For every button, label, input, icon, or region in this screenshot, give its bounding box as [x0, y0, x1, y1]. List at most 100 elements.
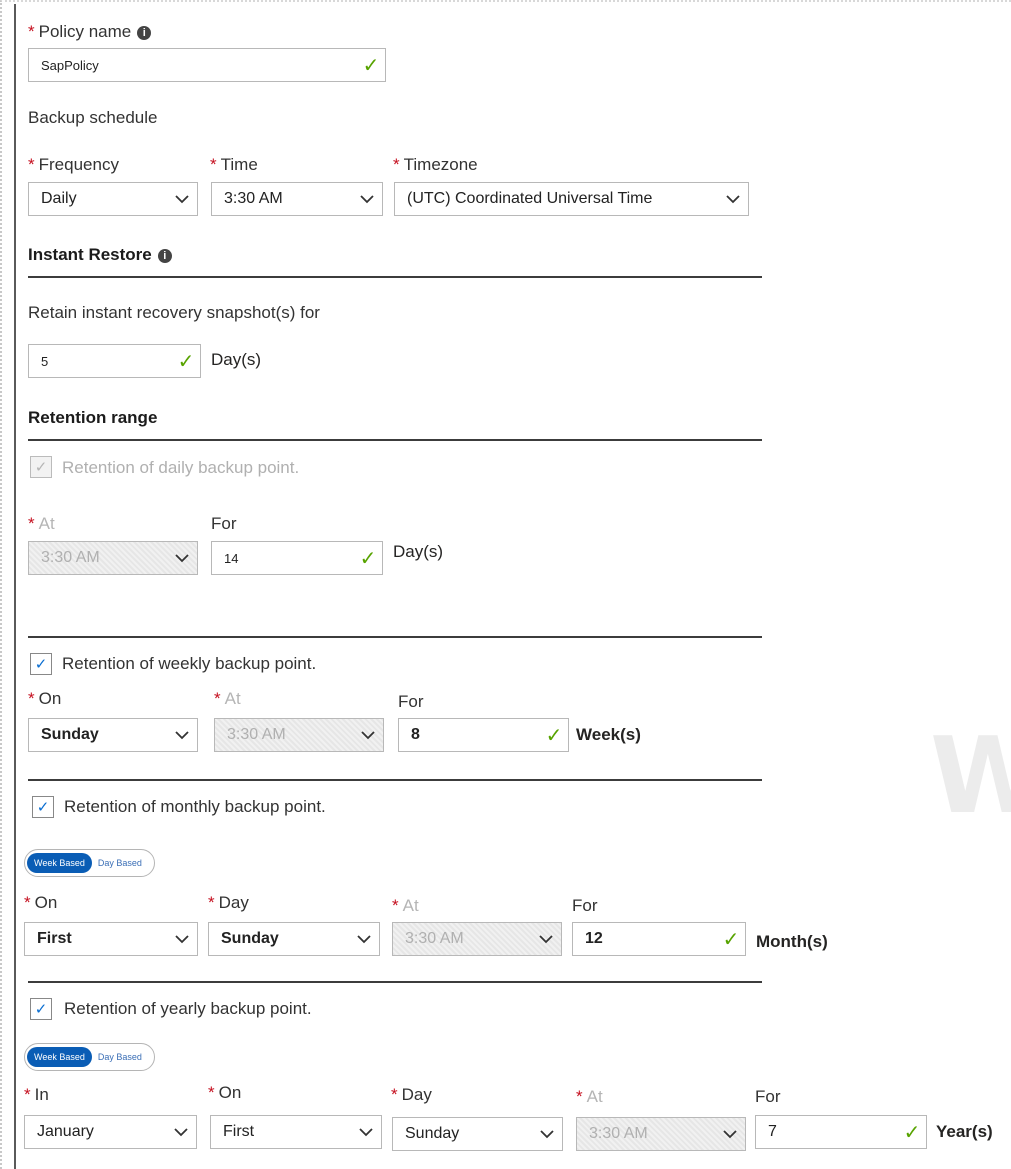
section-divider [28, 276, 762, 278]
monthly-at-label-text: At [402, 896, 419, 915]
monthly-on-label: * On [24, 893, 57, 913]
checkmark-valid-icon: ✓ [362, 54, 380, 77]
monthly-on-label-text: On [34, 893, 58, 912]
checkmark-valid-icon: ✓ [722, 928, 740, 951]
policy-name-input[interactable]: SapPolicy ✓ [28, 48, 386, 82]
chevron-down-icon [532, 1129, 562, 1139]
yearly-on-select[interactable]: First [210, 1115, 382, 1149]
frequency-select[interactable]: Daily [28, 182, 198, 216]
form-frame [0, 0, 1011, 1169]
chevron-down-icon [167, 934, 197, 944]
yearly-at-value: 3:30 AM [589, 1125, 648, 1142]
yearly-at-select[interactable]: 3:30 AM [576, 1117, 746, 1151]
required-asterisk: * [28, 22, 35, 41]
monthly-at-select[interactable]: 3:30 AM [392, 922, 562, 956]
daily-at-select[interactable]: 3:30 AM [28, 541, 198, 575]
backup-schedule-heading: Backup schedule [28, 108, 158, 127]
required-asterisk: * [24, 893, 31, 912]
policy-name-label: * Policy name i [28, 22, 152, 42]
time-value: 3:30 AM [224, 190, 283, 207]
checkmark-valid-icon: ✓ [903, 1121, 921, 1144]
info-icon[interactable]: i [137, 25, 152, 40]
monthly-for-value: 12 [585, 930, 603, 947]
week-based-option[interactable]: Week Based [27, 1047, 92, 1067]
daily-at-label: * At [28, 514, 55, 534]
required-asterisk: * [28, 155, 35, 174]
section-divider [28, 981, 762, 983]
yearly-retention-checkbox[interactable]: ✓ [30, 998, 52, 1020]
snapshot-days-input[interactable]: 5 ✓ [28, 344, 201, 378]
yearly-for-value: 7 [768, 1123, 777, 1140]
left-border [14, 4, 16, 1169]
weekly-for-value: 8 [411, 726, 420, 743]
monthly-unit: Month(s) [756, 932, 828, 951]
weekly-for-input[interactable]: 8 ✓ [398, 718, 569, 752]
yearly-on-label-text: On [218, 1083, 242, 1102]
yearly-in-select[interactable]: January [24, 1115, 197, 1149]
required-asterisk: * [28, 689, 35, 708]
daily-for-label: For [211, 514, 237, 533]
retention-range-heading: Retention range [28, 408, 158, 427]
retain-snapshot-label: Retain instant recovery snapshot(s) for [28, 303, 320, 322]
monthly-day-label: * Day [208, 893, 249, 913]
chevron-down-icon [353, 730, 383, 740]
snapshot-days-value: 5 [41, 353, 49, 369]
policy-name-value: SapPolicy [41, 57, 99, 73]
required-asterisk: * [28, 514, 35, 533]
yearly-for-input[interactable]: 7 ✓ [755, 1115, 927, 1149]
daily-unit: Day(s) [393, 542, 444, 561]
week-based-option[interactable]: Week Based [27, 853, 92, 873]
yearly-day-label-text: Day [401, 1085, 432, 1104]
checkmark-valid-icon: ✓ [177, 350, 195, 373]
weekly-at-select[interactable]: 3:30 AM [214, 718, 384, 752]
chevron-down-icon [352, 194, 382, 204]
weekly-on-label: * On [28, 689, 61, 709]
day-based-option[interactable]: Day Based [92, 1052, 152, 1062]
time-select[interactable]: 3:30 AM [211, 182, 383, 216]
instant-restore-heading: Instant Restore i [28, 245, 172, 265]
required-asterisk: * [24, 1085, 31, 1104]
yearly-in-value: January [37, 1123, 94, 1140]
required-asterisk: * [210, 155, 217, 174]
policy-name-label-text: Policy name [38, 22, 132, 41]
yearly-in-label-text: In [34, 1085, 49, 1104]
watermark: W [930, 715, 1011, 837]
yearly-basis-toggle[interactable]: Week Based Day Based [24, 1043, 155, 1071]
checkmark-valid-icon: ✓ [545, 724, 563, 747]
yearly-at-label: * At [576, 1087, 603, 1107]
chevron-down-icon [166, 1127, 196, 1137]
day-based-option[interactable]: Day Based [92, 858, 152, 868]
weekly-on-select[interactable]: Sunday [28, 718, 198, 752]
monthly-on-value: First [37, 930, 72, 947]
yearly-for-label: For [755, 1087, 781, 1106]
yearly-on-label: * On [208, 1083, 241, 1103]
monthly-on-select[interactable]: First [24, 922, 198, 956]
chevron-down-icon [349, 934, 379, 944]
yearly-on-value: First [223, 1123, 255, 1140]
chevron-down-icon [167, 730, 197, 740]
required-asterisk: * [208, 893, 215, 912]
daily-for-input[interactable]: 14 ✓ [211, 541, 383, 575]
frequency-label-text: Frequency [38, 155, 119, 174]
monthly-day-select[interactable]: Sunday [208, 922, 380, 956]
timezone-value: (UTC) Coordinated Universal Time [407, 190, 653, 207]
frequency-value: Daily [41, 190, 77, 207]
chevron-down-icon [718, 194, 748, 204]
weekly-retention-checkbox[interactable]: ✓ [30, 653, 52, 675]
monthly-retention-checkbox[interactable]: ✓ [32, 796, 54, 818]
yearly-in-label: * In [24, 1085, 49, 1105]
time-label-text: Time [220, 155, 258, 174]
daily-retention-checkbox[interactable]: ✓ [30, 456, 52, 478]
monthly-basis-toggle[interactable]: Week Based Day Based [24, 849, 155, 877]
monthly-for-label: For [572, 896, 598, 915]
timezone-label: * Timezone [393, 155, 478, 175]
info-icon[interactable]: i [157, 248, 172, 263]
yearly-day-select[interactable]: Sunday [392, 1117, 563, 1151]
timezone-select[interactable]: (UTC) Coordinated Universal Time [394, 182, 749, 216]
chevron-down-icon [715, 1129, 745, 1139]
daily-retention-label: Retention of daily backup point. [62, 458, 300, 477]
weekly-unit: Week(s) [576, 725, 641, 744]
monthly-for-input[interactable]: 12 ✓ [572, 922, 746, 956]
yearly-day-label: * Day [391, 1085, 432, 1105]
monthly-retention-label: Retention of monthly backup point. [64, 797, 326, 816]
